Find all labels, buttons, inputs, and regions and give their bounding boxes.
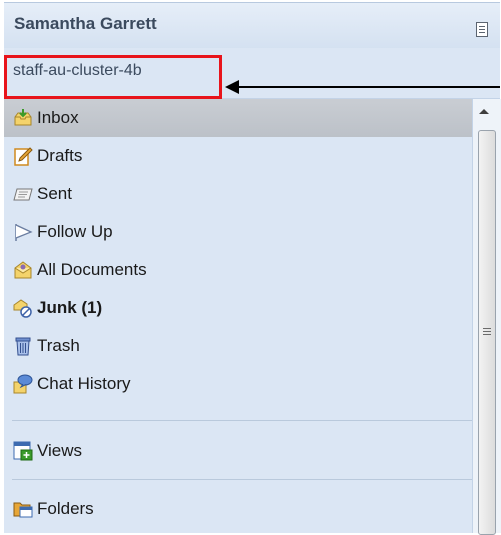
folder-label: Follow Up <box>37 222 113 241</box>
folders-icon <box>13 502 33 518</box>
chat-history-icon <box>13 374 33 394</box>
vertical-scrollbar[interactable] <box>472 99 501 535</box>
junk-icon <box>13 299 32 318</box>
panel-menu-icon[interactable] <box>476 22 488 37</box>
folder-label: Drafts <box>37 146 83 165</box>
panel-header: Samantha Garrett <box>4 2 500 50</box>
folder-item-follow-up[interactable]: Follow Up <box>4 213 472 251</box>
folder-item-trash[interactable]: Trash <box>4 327 472 365</box>
folder-label: Inbox <box>37 108 79 127</box>
views-icon <box>13 441 33 461</box>
folder-label: Trash <box>37 336 80 355</box>
user-name: Samantha Garrett <box>14 14 157 33</box>
folder-item-chat-history[interactable]: Chat History <box>4 365 472 403</box>
folder-list: Inbox Drafts Sent Follow Up All Document… <box>4 99 472 533</box>
folder-label: Sent <box>37 184 72 203</box>
folder-item-drafts[interactable]: Drafts <box>4 137 472 175</box>
folders-label: Folders <box>37 499 94 518</box>
folder-label: Chat History <box>37 374 131 393</box>
trash-icon <box>15 337 31 356</box>
views-section[interactable]: Views <box>4 432 472 470</box>
views-label: Views <box>37 441 83 460</box>
folder-item-sent[interactable]: Sent <box>4 175 472 213</box>
folders-section[interactable]: Folders <box>4 490 472 528</box>
folder-label: All Documents <box>37 260 147 279</box>
folder-item-junk[interactable]: Junk (1) <box>4 289 472 327</box>
folder-item-all-documents[interactable]: All Documents <box>4 251 472 289</box>
scrollbar-thumb[interactable] <box>478 130 496 535</box>
scroll-up-arrow-icon[interactable] <box>479 109 489 114</box>
inbox-icon <box>14 109 32 126</box>
drafts-icon <box>14 147 33 166</box>
annotation-arrow-head <box>225 80 239 94</box>
annotation-highlight-box <box>4 55 222 99</box>
sent-icon <box>13 188 33 201</box>
folder-label: Junk (1) <box>37 298 103 317</box>
section-divider <box>12 479 472 480</box>
section-divider <box>12 420 472 421</box>
follow-up-flag-icon <box>15 224 33 241</box>
folder-item-inbox[interactable]: Inbox <box>4 99 472 137</box>
annotation-arrow-line <box>238 86 500 88</box>
all-documents-icon <box>14 261 32 279</box>
scrollbar-grip-icon <box>483 328 491 329</box>
navigation-panel: Samantha Garrett staff-au-cluster-4b Inb… <box>0 0 501 535</box>
